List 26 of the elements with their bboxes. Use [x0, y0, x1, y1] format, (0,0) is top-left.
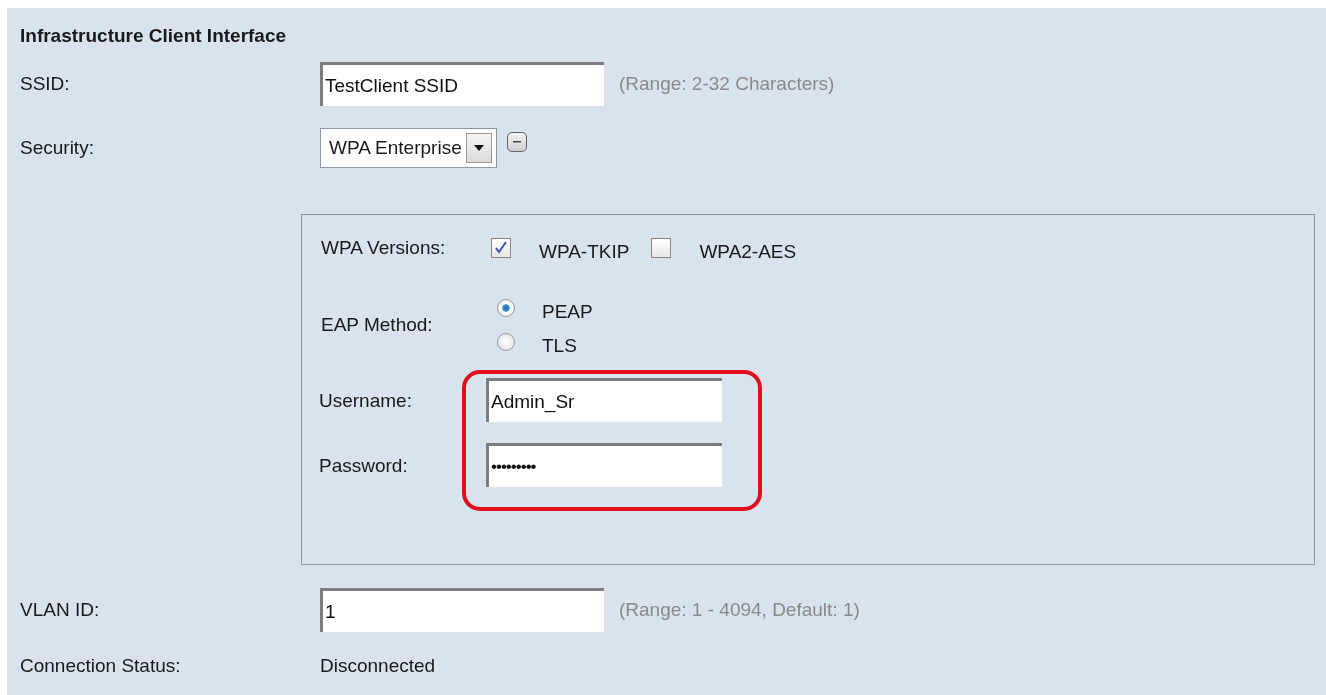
- field-label: Username:: [319, 389, 413, 413]
- section-title: Infrastructure Client Interface: [20, 24, 288, 48]
- checkbox[interactable]: [491, 238, 511, 258]
- range-hint: (Range: 1 - 4094, Default: 1): [619, 599, 860, 621]
- input-field[interactable]: Admin_Sr: [486, 378, 722, 422]
- radio-button[interactable]: [497, 333, 515, 351]
- input-field[interactable]: TestClient SSID: [320, 62, 604, 106]
- field-label: VLAN ID:: [20, 598, 101, 622]
- field-label: Security:: [20, 136, 95, 160]
- status-text: Disconnected: [320, 654, 436, 678]
- input-field[interactable]: •••••••••: [486, 443, 722, 487]
- security-dropdown[interactable]: WPA Enterprise: [320, 128, 497, 168]
- input-field[interactable]: 1: [320, 588, 604, 632]
- range-hint: (Range: 2-32 Characters): [619, 73, 835, 95]
- option-label: PEAP: [542, 301, 593, 323]
- checkbox[interactable]: [651, 238, 672, 258]
- field-label: EAP Method:: [321, 314, 434, 336]
- radio-button[interactable]: [497, 299, 515, 317]
- collapse-icon[interactable]: [506, 132, 527, 152]
- option-label: WPA2-AES: [699, 241, 797, 263]
- field-label: WPA Versions:: [321, 237, 447, 259]
- field-label: SSID:: [20, 72, 71, 96]
- field-label: Password:: [319, 454, 409, 478]
- option-label: WPA-TKIP: [539, 241, 630, 263]
- field-label: Connection Status:: [20, 654, 182, 678]
- option-label: TLS: [542, 335, 577, 357]
